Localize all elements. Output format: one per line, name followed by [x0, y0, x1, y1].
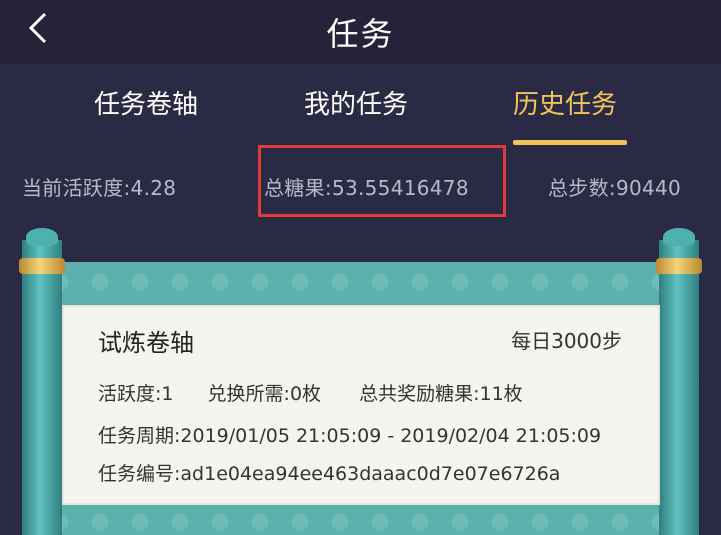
- chevron-left-icon: [28, 12, 47, 44]
- roller-gold-band: [19, 258, 65, 274]
- tab-bar: 任务卷轴 我的任务 历史任务: [0, 66, 721, 146]
- roller-gold-band: [656, 258, 702, 274]
- highlight-annotation-box: [258, 145, 506, 217]
- current-activity-stat: 当前活跃度:4.28: [22, 176, 177, 200]
- roller-knob: [663, 228, 695, 246]
- roller-knob: [26, 228, 58, 246]
- task-total-reward: 总共奖励糖果:11枚: [359, 383, 523, 405]
- task-id: 任务编号:ad1e04ea94ee463daaac0d7e07e6726a: [98, 463, 561, 485]
- header-bar: 任务: [0, 0, 721, 64]
- task-period: 任务周期:2019/01/05 21:05:09 - 2019/02/04 21…: [98, 425, 602, 447]
- task-activity: 活跃度:1: [98, 383, 174, 405]
- task-stats-row: 活跃度:1 兑换所需:0枚 总共奖励糖果:11枚: [98, 379, 523, 406]
- tab-history-tasks[interactable]: 历史任务: [513, 84, 617, 121]
- task-card-title: 试炼卷轴: [98, 329, 194, 357]
- task-card[interactable]: 试炼卷轴 每日3000步 活跃度:1 兑换所需:0枚 总共奖励糖果:11枚 任务…: [62, 305, 660, 505]
- active-tab-indicator: [513, 140, 627, 145]
- tab-task-scroll[interactable]: 任务卷轴: [94, 84, 198, 121]
- scroll-roller-right: [656, 228, 702, 535]
- task-exchange-cost: 兑换所需:0枚: [207, 383, 322, 405]
- total-steps-stat: 总步数:90440: [548, 176, 682, 200]
- tab-my-tasks[interactable]: 我的任务: [304, 84, 408, 121]
- page-title: 任务: [326, 15, 395, 53]
- scroll-roller-left: [19, 228, 65, 535]
- back-button[interactable]: [18, 8, 58, 48]
- task-daily-steps: 每日3000步: [511, 329, 622, 353]
